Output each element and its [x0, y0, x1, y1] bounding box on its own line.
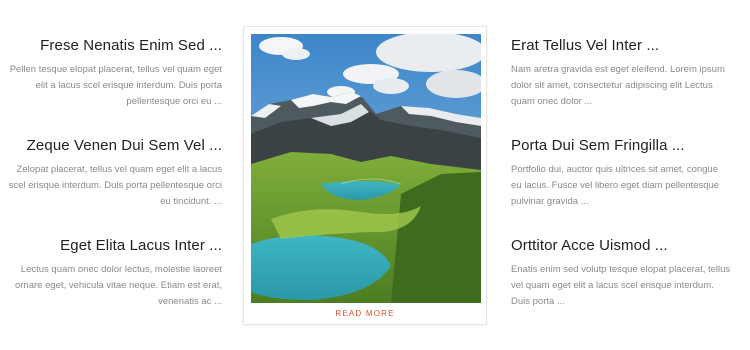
read-more-link[interactable]: READ MORE — [244, 309, 486, 318]
feature-title[interactable]: Frese Nenatis Enim Sed ... — [0, 37, 222, 55]
feature-title[interactable]: Zeque Venen Dui Sem Vel ... — [0, 137, 222, 155]
feature-item-right-1: Erat Tellus Vel Inter ... Nam aretra gra… — [511, 37, 733, 110]
feature-text: Pellen tesque elopat placerat, tellus ve… — [9, 64, 222, 107]
feature-title[interactable]: Erat Tellus Vel Inter ... — [511, 37, 733, 55]
feature-item-right-2: Porta Dui Sem Fringilla ... Portfolio du… — [511, 137, 733, 210]
feature-text: Zelopat placerat, tellus vel quam eget e… — [8, 164, 222, 207]
mountain-lake-image — [251, 34, 481, 303]
feature-title[interactable]: Porta Dui Sem Fringilla ... — [511, 137, 733, 155]
feature-item-right-3: Orttitor Acce Uismod ... Enatis enim sed… — [511, 237, 733, 310]
feature-text: Nam aretra gravida est eget eleifend. Lo… — [511, 64, 725, 107]
feature-item-left-1: Frese Nenatis Enim Sed ... Pellen tesque… — [0, 37, 222, 110]
feature-text: Lectus quam onec dolor lectus, molestie … — [14, 264, 222, 307]
feature-title[interactable]: Eget Elita Lacus Inter ... — [0, 237, 222, 255]
feature-item-left-2: Zeque Venen Dui Sem Vel ... Zelopat plac… — [0, 137, 222, 210]
feature-text: Enatis enim sed volutp tesque elopat pla… — [511, 264, 731, 307]
feature-item-left-3: Eget Elita Lacus Inter ... Lectus quam o… — [0, 237, 222, 310]
feature-text: Portfolio dui, auctor quis ultrices sit … — [511, 164, 720, 207]
feature-section: Frese Nenatis Enim Sed ... Pellen tesque… — [0, 0, 750, 350]
feature-title[interactable]: Orttitor Acce Uismod ... — [511, 237, 733, 255]
image-card: READ MORE — [243, 26, 487, 325]
